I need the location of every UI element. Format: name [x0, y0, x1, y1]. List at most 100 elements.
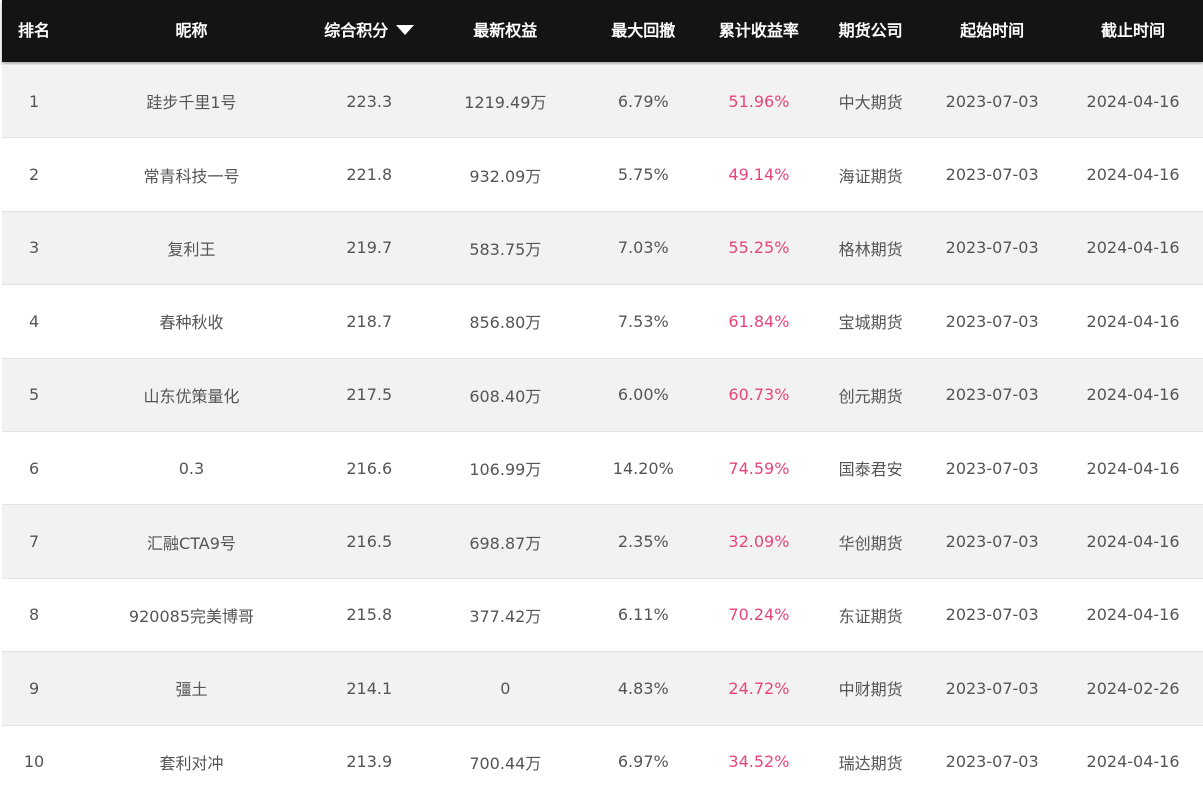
table-body: 1 跬步千里1号 223.3 1219.49万 6.79% 51.96% 中大期货 2023-… [2, 65, 1203, 796]
cell-end-time: 2024-04-16 [1086, 385, 1180, 405]
cell-cum-return: 49.14% [728, 165, 790, 185]
cell-score: 213.9 [346, 752, 393, 772]
table-row[interactable]: 2 常青科技一号 221.8 932.09万 5.75% 49.14% 海证期货 2023-0… [2, 138, 1203, 212]
cell-cum-return: 24.72% [728, 678, 790, 698]
table-row[interactable]: 3 复利王 219.7 583.75万 7.03% 55.25% 格林期货 2023-07-0… [2, 211, 1203, 286]
cell-end-time: 2024-04-16 [1086, 458, 1180, 478]
cell-equity: 932.09万 [469, 166, 542, 186]
cell-end-time: 2024-04-16 [1086, 91, 1180, 111]
header-equity: 最新权益 [473, 21, 538, 40]
cell-rank: 6 [28, 458, 40, 478]
cell-rank: 10 [23, 752, 45, 772]
header-max-drawdown: 最大回撤 [611, 21, 676, 40]
cell-max-drawdown: 7.03% [617, 238, 669, 258]
cell-score: 219.7 [346, 238, 393, 258]
cell-score: 221.8 [346, 165, 393, 185]
cell-max-drawdown: 6.97% [617, 752, 669, 772]
cell-equity: 1219.49万 [464, 93, 547, 113]
table-header: 排名 昵称 综合积分 最新权益 最大回撤 累计收益率 期货公司 起始时间 截止时… [2, 0, 1203, 62]
cell-cum-return: 34.52% [728, 752, 790, 772]
cell-equity: 700.44万 [469, 753, 542, 773]
cell-futures-company: 瑞达期货 [838, 753, 903, 773]
cell-equity: 106.99万 [469, 460, 542, 480]
cell-futures-company: 宝城期货 [838, 313, 903, 333]
cell-end-time: 2024-04-16 [1086, 165, 1180, 185]
table-row[interactable]: 1 跬步千里1号 223.3 1219.49万 6.79% 51.96% 中大期货 2023-… [2, 65, 1203, 139]
header-name: 昵称 [175, 21, 208, 40]
header-cum-return: 累计收益率 [718, 21, 799, 40]
cell-rank: 2 [28, 165, 40, 185]
cell-futures-company: 东证期货 [838, 606, 903, 626]
table-row[interactable]: 4 春种秋收 218.7 856.80万 7.53% 61.84% 宝城期货 2023-07-… [2, 285, 1203, 359]
cell-futures-company: 创元期货 [838, 386, 903, 406]
cell-equity: 698.87万 [469, 533, 542, 553]
cell-start-time: 2023-07-03 [945, 605, 1039, 625]
cell-score: 223.3 [346, 91, 393, 111]
header-score-label: 综合积分 [324, 21, 389, 40]
triangle-down-icon[interactable] [396, 25, 415, 35]
cell-end-time: 2024-04-16 [1086, 311, 1180, 331]
ranking-table: 排名 昵称 综合积分 最新权益 最大回撤 累计收益率 期货公司 起始时间 截止时… [0, 0, 1203, 796]
cell-start-time: 2023-07-03 [945, 91, 1039, 111]
table-row[interactable]: 5 山东优策量化 217.5 608.40万 6.00% 60.73% 创元期货 2023-0… [2, 358, 1203, 432]
cell-name: 彊土 [175, 680, 208, 700]
cell-name: 套利对冲 [159, 753, 224, 773]
cell-name: 山东优策量化 [143, 386, 240, 406]
cell-start-time: 2023-07-03 [945, 385, 1039, 405]
cell-start-time: 2023-07-03 [945, 311, 1039, 331]
cell-score: 217.5 [346, 385, 393, 405]
cell-end-time: 2024-04-16 [1086, 238, 1180, 258]
cell-rank: 3 [28, 238, 40, 258]
header-end-time: 截止时间 [1101, 21, 1166, 40]
cell-score: 215.8 [346, 605, 393, 625]
table-row[interactable]: 10 套利对冲 213.9 700.44万 6.97% 34.52% 瑞达期货 2023-07… [2, 725, 1203, 796]
cell-cum-return: 51.96% [728, 91, 790, 111]
cell-name: 汇融CTA9号 [147, 533, 236, 553]
cell-start-time: 2023-07-03 [945, 458, 1039, 478]
cell-max-drawdown: 7.53% [617, 311, 669, 331]
cell-equity: 583.75万 [469, 239, 542, 259]
cell-start-time: 2023-07-03 [945, 678, 1039, 698]
cell-equity: 377.42万 [469, 606, 542, 626]
cell-rank: 7 [28, 532, 40, 552]
cell-cum-return: 55.25% [728, 238, 790, 258]
cell-equity: 608.40万 [469, 386, 542, 406]
cell-score: 218.7 [346, 311, 393, 331]
cell-start-time: 2023-07-03 [945, 165, 1039, 185]
cell-equity: 0 [500, 678, 511, 698]
cell-futures-company: 中大期货 [838, 93, 903, 113]
cell-rank: 5 [28, 385, 40, 405]
cell-start-time: 2023-07-03 [945, 532, 1039, 552]
cell-max-drawdown: 6.11% [617, 605, 669, 625]
cell-end-time: 2024-04-16 [1086, 752, 1180, 772]
cell-name: 复利王 [167, 239, 216, 259]
cell-score: 214.1 [346, 678, 393, 698]
cell-futures-company: 国泰君安 [838, 460, 903, 480]
table-row[interactable]: 9 彊土 214.1 0 4.83% 24.72% 中财期货 2023-07-03 2024-0… [2, 652, 1203, 726]
cell-max-drawdown: 5.75% [617, 165, 669, 185]
cell-rank: 1 [28, 91, 40, 111]
header-score-sort[interactable]: 综合积分 [317, 0, 422, 62]
cell-start-time: 2023-07-03 [945, 238, 1039, 258]
cell-end-time: 2024-04-16 [1086, 532, 1180, 552]
cell-end-time: 2024-02-26 [1086, 678, 1180, 698]
table-row[interactable]: 8 920085完美博哥 215.8 377.42万 6.11% 70.24% 东证期货 20… [2, 578, 1203, 653]
cell-score: 216.5 [346, 532, 393, 552]
cell-name: 春种秋收 [159, 313, 224, 333]
cell-rank: 8 [28, 605, 40, 625]
cell-max-drawdown: 14.20% [612, 458, 674, 478]
cell-max-drawdown: 6.79% [617, 91, 669, 111]
cell-rank: 9 [28, 678, 40, 698]
cell-cum-return: 61.84% [728, 311, 790, 331]
cell-max-drawdown: 6.00% [617, 385, 669, 405]
table-row[interactable]: 7 汇融CTA9号 216.5 698.87万 2.35% 32.09% 华创期货 2023-… [2, 505, 1203, 579]
header-futures-company: 期货公司 [838, 21, 903, 40]
cell-cum-return: 60.73% [728, 385, 790, 405]
table-row[interactable]: 6 0.3 216.6 106.99万 14.20% 74.59% 国泰君安 2023-07-… [2, 431, 1203, 506]
cell-rank: 4 [28, 311, 40, 331]
cell-name: 920085完美博哥 [128, 606, 255, 626]
cell-name: 常青科技一号 [143, 166, 240, 186]
cell-max-drawdown: 2.35% [617, 532, 669, 552]
cell-name: 0.3 [178, 458, 205, 478]
cell-cum-return: 32.09% [728, 532, 790, 552]
